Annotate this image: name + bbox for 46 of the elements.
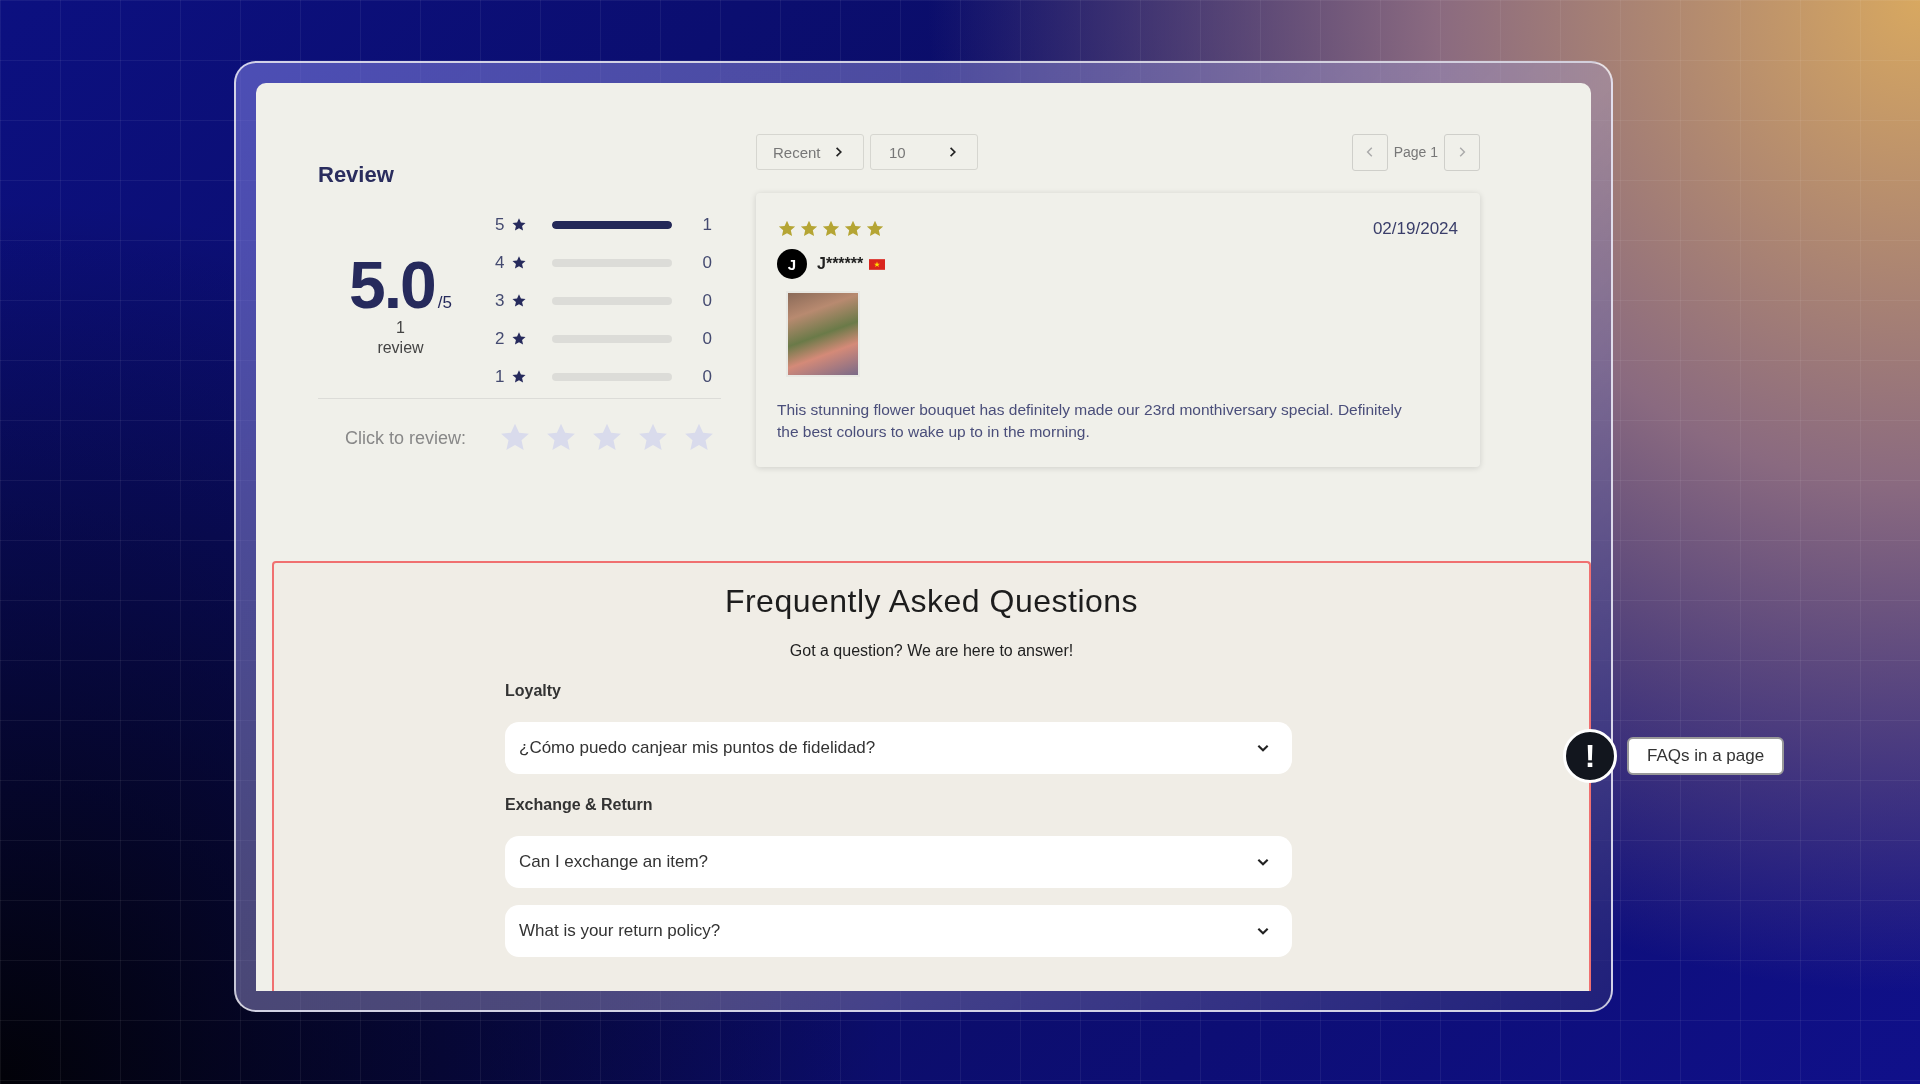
star-icon [511,293,527,309]
star-icon [511,255,527,271]
review-date: 02/19/2024 [1372,219,1458,239]
click-to-review-label: Click to review: [345,427,468,449]
star-icon [777,219,797,239]
rating-label: 5 [495,215,506,235]
faq-subtitle: Got a question? We are here to answer! [788,642,1075,660]
faq-category: Exchange & Return [505,796,654,814]
rating-count: 0 [701,367,712,387]
alert-badge: ! [1563,729,1617,783]
rating-label: 1 [495,367,506,387]
rating-label: 4 [495,253,506,273]
faq-title: Frequently Asked Questions [723,583,1140,620]
average-score: 5.0 [349,252,435,318]
rating-count: 0 [701,253,712,273]
star-icon [799,219,819,239]
rating-count: 0 [701,291,712,311]
review-count-label: review [377,338,424,358]
per-page-dropdown[interactable]: 10 [870,134,978,170]
rating-label: 2 [495,329,506,349]
star-icon [511,369,527,385]
score-max: /5 [437,293,452,313]
callout-label: FAQs in a page [1627,737,1785,775]
page-indicator: Page 1 [1393,144,1438,160]
star-icon [821,219,841,239]
review-text: This stunning flower bouquet has definitely made our 23rd monthiversary special. Definitely the best colours to wake up to in the morning. [777,400,1403,442]
review-title: Review [318,162,395,189]
faq-question[interactable]: ¿Cómo puedo canjear mis puntos de fidelidad? [505,722,1292,774]
review-count: 1 [396,318,405,338]
star-icon [511,217,527,233]
next-page-button[interactable] [1444,133,1480,171]
previous-page-button[interactable] [1351,133,1388,171]
faq-question[interactable]: What is your return policy? [505,905,1292,957]
rating-count: 0 [701,329,712,349]
faq-question[interactable]: Can I exchange an item? [505,836,1292,888]
sort-dropdown[interactable]: Recent [756,134,864,170]
rating-count: 1 [701,215,712,235]
flag-icon [869,258,886,270]
photo-placeholder[interactable] [786,291,860,377]
star-icon [511,331,527,347]
star-icon [865,219,885,239]
faq-category: Loyalty [505,682,562,700]
rating-label: 3 [495,291,506,311]
avatar: J [777,249,807,279]
reviewer-name: J****** [817,255,864,273]
star-icon [843,219,863,239]
